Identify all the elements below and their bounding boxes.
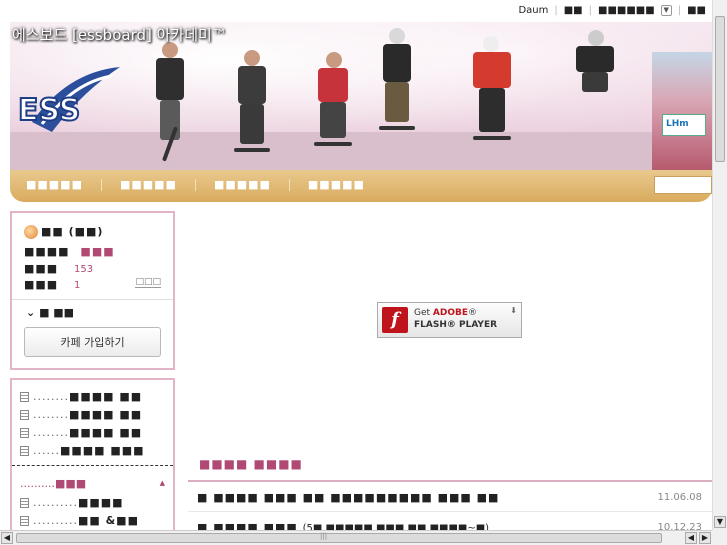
skater-photo [570,30,620,100]
menu-item[interactable]: ........■■■■ ■■ [20,426,142,439]
get-flash-player-button[interactable]: f Get ADOBE® FLASH® PLAYER ⬇ [377,302,522,338]
info-label: ■■■ [24,278,59,291]
board-title[interactable]: ■■■■ ■■■■ [199,457,303,471]
scroll-thumb[interactable] [16,533,662,543]
info-label: ■■■■ [24,245,70,258]
nav-separator [288,178,290,191]
scroll-left-arrow-icon[interactable]: ◀ [1,532,13,544]
cafe-menu-panel: ........■■■■ ■■ ........■■■■ ■■ ........… [10,378,175,538]
scroll-thumb[interactable] [715,16,725,162]
menu-item[interactable]: ........■■■■ ■■ [20,390,142,403]
board-row[interactable]: ■ ■■■■ ■■■ ■■ ■■■■■■■■■ ■■■ ■■ 11.06.08 [188,482,712,512]
photo-board-icon [20,428,29,438]
info-label: ■■■ [24,262,59,275]
chevron-down-icon[interactable]: ▼ [660,5,672,16]
flash-icon: f [382,307,408,333]
flash-get-text: Get ADOBE® [414,308,478,318]
ess-logo: ESS [17,67,120,132]
board-icon [20,410,29,420]
nav-items: ■■■■■ ■■■■■ ■■■■■ ■■■■■ [26,178,383,191]
global-link-2[interactable]: ■■■■■■ [598,5,655,16]
logo-text: ESS [18,93,80,128]
menu-divider [12,465,173,466]
nav-item-3[interactable]: ■■■■■ [214,178,289,191]
post-title[interactable]: ■ ■■■■ ■■■ ■■ ■■■■■■■■■ ■■■ ■■ [197,491,499,504]
board-icon [20,446,29,456]
download-icon: ⬇ [510,306,517,315]
collapse-arrow-icon[interactable]: ▲ [160,479,165,487]
horizontal-scrollbar[interactable]: ◀ ||| ◀ ▶ [0,530,712,545]
menu-category[interactable]: ..........■■■ [20,477,86,490]
board-icon [20,498,29,508]
menu-toggle-label: ■ ■■ [39,306,75,319]
menu-item[interactable]: ......■■■■ ■■■ [20,444,145,457]
main-nav: ■■■■■ ■■■■■ ■■■■■ ■■■■■ [10,170,712,202]
global-link-3[interactable]: ■■ [687,5,706,16]
crowd-photo: LHm [652,52,712,170]
nav-separator [194,178,196,191]
join-cafe-button[interactable]: 카페 가입하기 [24,327,161,357]
skater-photo [465,36,519,146]
board-icon [20,516,29,526]
member-name[interactable]: ■■ (■■) [41,225,103,238]
menu-item[interactable]: ........■■■■ ■■ [20,408,142,421]
scroll-corner [712,530,727,545]
avatar-icon [24,225,38,239]
flash-player-text: FLASH® PLAYER [414,320,498,330]
separator: | [554,5,558,16]
search-input[interactable] [654,176,712,194]
cafe-banner[interactable]: LHm ESS 에스보드 [essboard] 아카데미™ [10,22,712,170]
skater-photo [375,28,419,138]
global-link-1[interactable]: ■■ [564,5,583,16]
cafe-title[interactable]: 에스보드 [essboard] 아카데미™ [12,24,227,45]
vertical-scrollbar[interactable]: ▼ [712,0,727,530]
nav-item-4[interactable]: ■■■■■ [308,178,383,191]
scroll-right-arrow-icon[interactable]: ▶ [699,532,711,544]
member-name-row: ■■ (■■) [24,225,103,239]
chevron-down-icon: ⌄ [26,306,36,319]
rank-value[interactable]: 1 [74,280,80,291]
scroll-down-arrow-icon[interactable]: ▼ [714,516,726,528]
cafe-menu-toggle[interactable]: ⌄ ■ ■■ [26,306,74,319]
scroll-grip-icon: ||| [320,532,328,540]
board-icon [20,392,29,402]
cafe-page: Daum | ■■ | ■■■■■■ ▼ | ■■ LHm ESS 에스보드 [… [0,0,727,545]
cafe-info-panel: ■■ (■■) ■■■■ ■■■ ■■■ 153 ■■■ 1 □□□ ⌄ ■ ■… [10,211,175,370]
menu-item[interactable]: ..........■■ &■■ [20,514,139,527]
separator: | [677,5,682,16]
crowd-sign: LHm [662,114,706,136]
menu-item[interactable]: ..........■■■■ [20,496,124,509]
scroll-left-arrow-icon[interactable]: ◀ [685,532,697,544]
skater-photo [310,52,356,152]
divider [12,299,173,300]
info-row: ■■■■ ■■■ [24,245,115,258]
global-nav: Daum | ■■ | ■■■■■■ ▼ | ■■ [0,0,712,22]
skater-photo [230,50,274,160]
info-value[interactable]: ■■■ [80,245,114,258]
nav-item-1[interactable]: ■■■■■ [26,178,101,191]
global-links: Daum | ■■ | ■■■■■■ ▼ | ■■ [518,5,706,16]
small-link[interactable]: □□□ [135,277,161,288]
post-date: 11.06.08 [657,492,702,503]
member-count[interactable]: 153 [74,264,93,275]
daum-link[interactable]: Daum [518,5,548,16]
separator: | [588,5,593,16]
skater-photo [150,42,190,162]
nav-item-2[interactable]: ■■■■■ [120,178,195,191]
nav-separator [100,178,102,191]
